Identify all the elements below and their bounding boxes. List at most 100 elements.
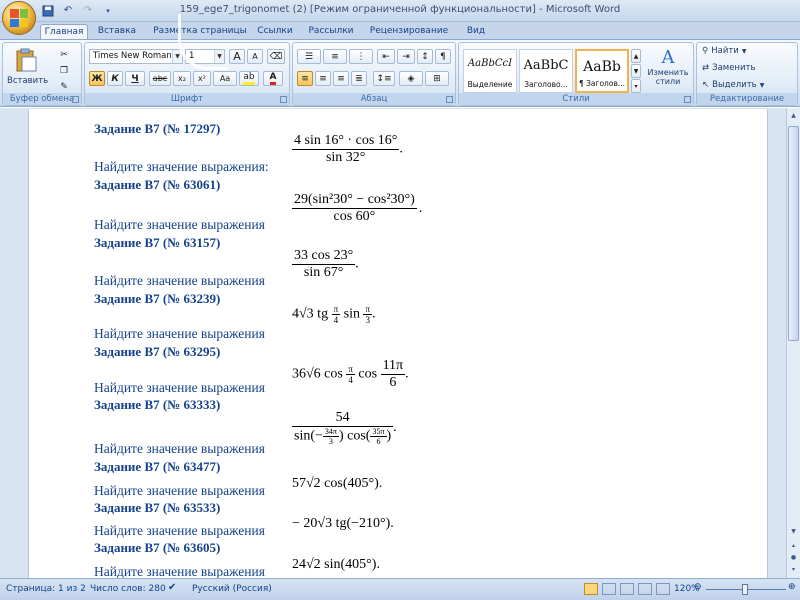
word-window: ↶ ↷ ▾ 159_ege7_trigonomet (2) [Режим огр… [0, 0, 800, 600]
style-sample: AaBbCcI [467, 58, 513, 69]
task-heading: Задание B7 (№ 63605) [94, 540, 221, 555]
show-marks-icon[interactable]: ¶ [435, 49, 451, 64]
tab-insert[interactable]: Вставка [94, 24, 140, 40]
clear-format-icon[interactable]: ⌫ [267, 49, 285, 64]
tab-home[interactable]: Главная [40, 24, 88, 40]
change-styles-button[interactable]: A Изменить стили [645, 45, 691, 93]
style-card-heading[interactable]: AaBbC Заголово... [519, 49, 573, 93]
strikethrough-button[interactable]: abc [149, 71, 171, 86]
borders-icon[interactable]: ⊞ [425, 71, 449, 86]
bold-button[interactable]: Ж [89, 71, 105, 86]
view-web-layout-icon[interactable] [620, 583, 634, 595]
align-right-icon[interactable]: ≡ [333, 71, 349, 86]
sort-icon[interactable]: ↕ [417, 49, 433, 64]
styles-scroll-down-icon[interactable]: ▼ [631, 64, 641, 78]
styles-more-icon[interactable]: ▾ [631, 79, 641, 93]
formula-text: 24√2 sin(405°) [292, 557, 377, 572]
paragraph-group: ☰ ≡ ⋮ ⇤ ⇥ ↕ ¶ ≡ ≡ ≡ ≣ ↕≡ ◈ ⊞ Абзац [292, 42, 456, 106]
formula-denominator: 6 [389, 375, 397, 390]
task-prompt: Найдите значение выражения [94, 326, 265, 341]
highlight-color-icon[interactable]: ab [239, 71, 259, 86]
clipboard-group: Вставить ✂ ❐ ✎ Буфер обмена [2, 42, 82, 106]
formula-4: 4√3 tg π4 sin π3. [292, 304, 376, 325]
zoom-in-icon[interactable]: ⊕ [788, 582, 796, 592]
formula-denominator: 4 [348, 375, 353, 385]
editing-group-label: Редактирование [697, 93, 797, 105]
format-painter-icon[interactable]: ✎ [57, 79, 71, 94]
shading-icon[interactable]: ◈ [399, 71, 423, 86]
italic-button[interactable]: К [107, 71, 123, 86]
formula-6: 54 sin(− 34π 3) cos(35π 6). [292, 410, 397, 446]
language-status[interactable]: Русский (Россия) [192, 584, 272, 594]
multilevel-list-icon[interactable]: ⋮ [349, 49, 373, 64]
justify-icon[interactable]: ≣ [351, 71, 367, 86]
spellcheck-icon[interactable]: ✔ [168, 582, 176, 593]
scroll-up-icon[interactable]: ▲ [788, 110, 799, 122]
grow-font-button[interactable]: A [229, 49, 245, 64]
formula-numerator: 33 cos 23° [292, 248, 356, 265]
task-prompt: Найдите значение выражения [94, 523, 265, 538]
view-outline-icon[interactable] [638, 583, 652, 595]
increase-indent-icon[interactable]: ⇥ [397, 49, 415, 64]
style-name: ¶ Заголов... [578, 79, 626, 88]
zoom-out-icon[interactable]: ⊖ [694, 582, 702, 592]
next-page-icon[interactable]: ▾ [788, 564, 799, 576]
styles-scroll-up-icon[interactable]: ▲ [631, 49, 641, 63]
paragraph-launcher-icon[interactable] [446, 96, 453, 103]
subscript-button[interactable]: x₂ [173, 71, 191, 86]
select-button[interactable]: ↖ Выделить ▼ [702, 78, 764, 92]
tab-references[interactable]: Ссылки [252, 24, 298, 40]
formula-9: 24√2 sin(405°). [292, 557, 380, 573]
scrollbar-thumb[interactable] [788, 126, 799, 341]
tab-review[interactable]: Рецензирование [364, 24, 454, 40]
ribbon-tabs: Главная Вставка Разметка страницы Ссылки… [0, 22, 800, 40]
formula-8: − 20√3 tg(−210°). [292, 516, 394, 532]
change-styles-icon: A [661, 47, 675, 68]
tab-view[interactable]: Вид [462, 24, 490, 40]
formula-numerator: 11π [380, 358, 406, 375]
formula-tail: . [390, 516, 394, 531]
styles-launcher-icon[interactable] [684, 96, 691, 103]
line-spacing-icon[interactable]: ↕≡ [373, 71, 395, 86]
page-count[interactable]: Страница: 1 из 2 [6, 584, 86, 594]
shrink-font-button[interactable]: A [247, 49, 263, 64]
tab-mailings[interactable]: Рассылки [306, 24, 356, 40]
task-heading: Задание B7 (№ 63157) [94, 235, 221, 250]
underline-button[interactable]: Ч [125, 71, 145, 86]
align-left-icon[interactable]: ≡ [297, 71, 313, 86]
word-count[interactable]: Число слов: 280 [90, 584, 166, 594]
task-heading: Задание B7 (№ 63295) [94, 344, 221, 359]
bullets-icon[interactable]: ☰ [297, 49, 321, 64]
office-button[interactable] [2, 1, 36, 35]
change-case-button[interactable]: Aa [213, 71, 237, 86]
formula-tail: . [405, 366, 409, 382]
font-color-icon[interactable]: A [263, 71, 283, 86]
decrease-indent-icon[interactable]: ⇤ [377, 49, 395, 64]
style-name: Выделение [467, 80, 513, 89]
view-draft-icon[interactable] [656, 583, 670, 595]
style-card-emphasis[interactable]: AaBbCcI Выделение [463, 49, 517, 93]
superscript-button[interactable]: x² [193, 71, 211, 86]
view-print-layout-icon[interactable] [584, 583, 598, 595]
copy-icon[interactable]: ❐ [57, 63, 71, 78]
find-button[interactable]: ⚲ Найти ▼ [702, 44, 746, 58]
vertical-scrollbar[interactable]: ▲ ▼ ▴ ● ▾ [786, 108, 800, 578]
status-bar: Страница: 1 из 2 Число слов: 280 ✔ Русск… [0, 578, 800, 600]
scroll-down-icon[interactable]: ▼ [788, 526, 799, 538]
numbering-icon[interactable]: ≡ [323, 49, 347, 64]
style-card-heading-selected[interactable]: AaBb ¶ Заголов... [575, 49, 629, 93]
paste-button[interactable]: Вставить [7, 45, 48, 91]
align-center-icon[interactable]: ≡ [315, 71, 331, 86]
font-launcher-icon[interactable] [280, 96, 287, 103]
browse-object-icon[interactable]: ● [788, 552, 799, 564]
font-group-label: Шрифт [85, 93, 289, 105]
previous-page-icon[interactable]: ▴ [788, 540, 799, 552]
formula-numerator: 4 sin 16° · cos 16° [292, 133, 400, 150]
font-name-select[interactable]: Times New Roman ▼ [89, 49, 183, 64]
find-label: Найти [711, 46, 739, 56]
replace-button[interactable]: ⇄ Заменить [702, 61, 755, 75]
cut-icon[interactable]: ✂ [57, 47, 71, 62]
view-full-screen-icon[interactable] [602, 583, 616, 595]
clipboard-launcher-icon[interactable] [72, 96, 79, 103]
zoom-slider-handle[interactable] [742, 584, 748, 595]
